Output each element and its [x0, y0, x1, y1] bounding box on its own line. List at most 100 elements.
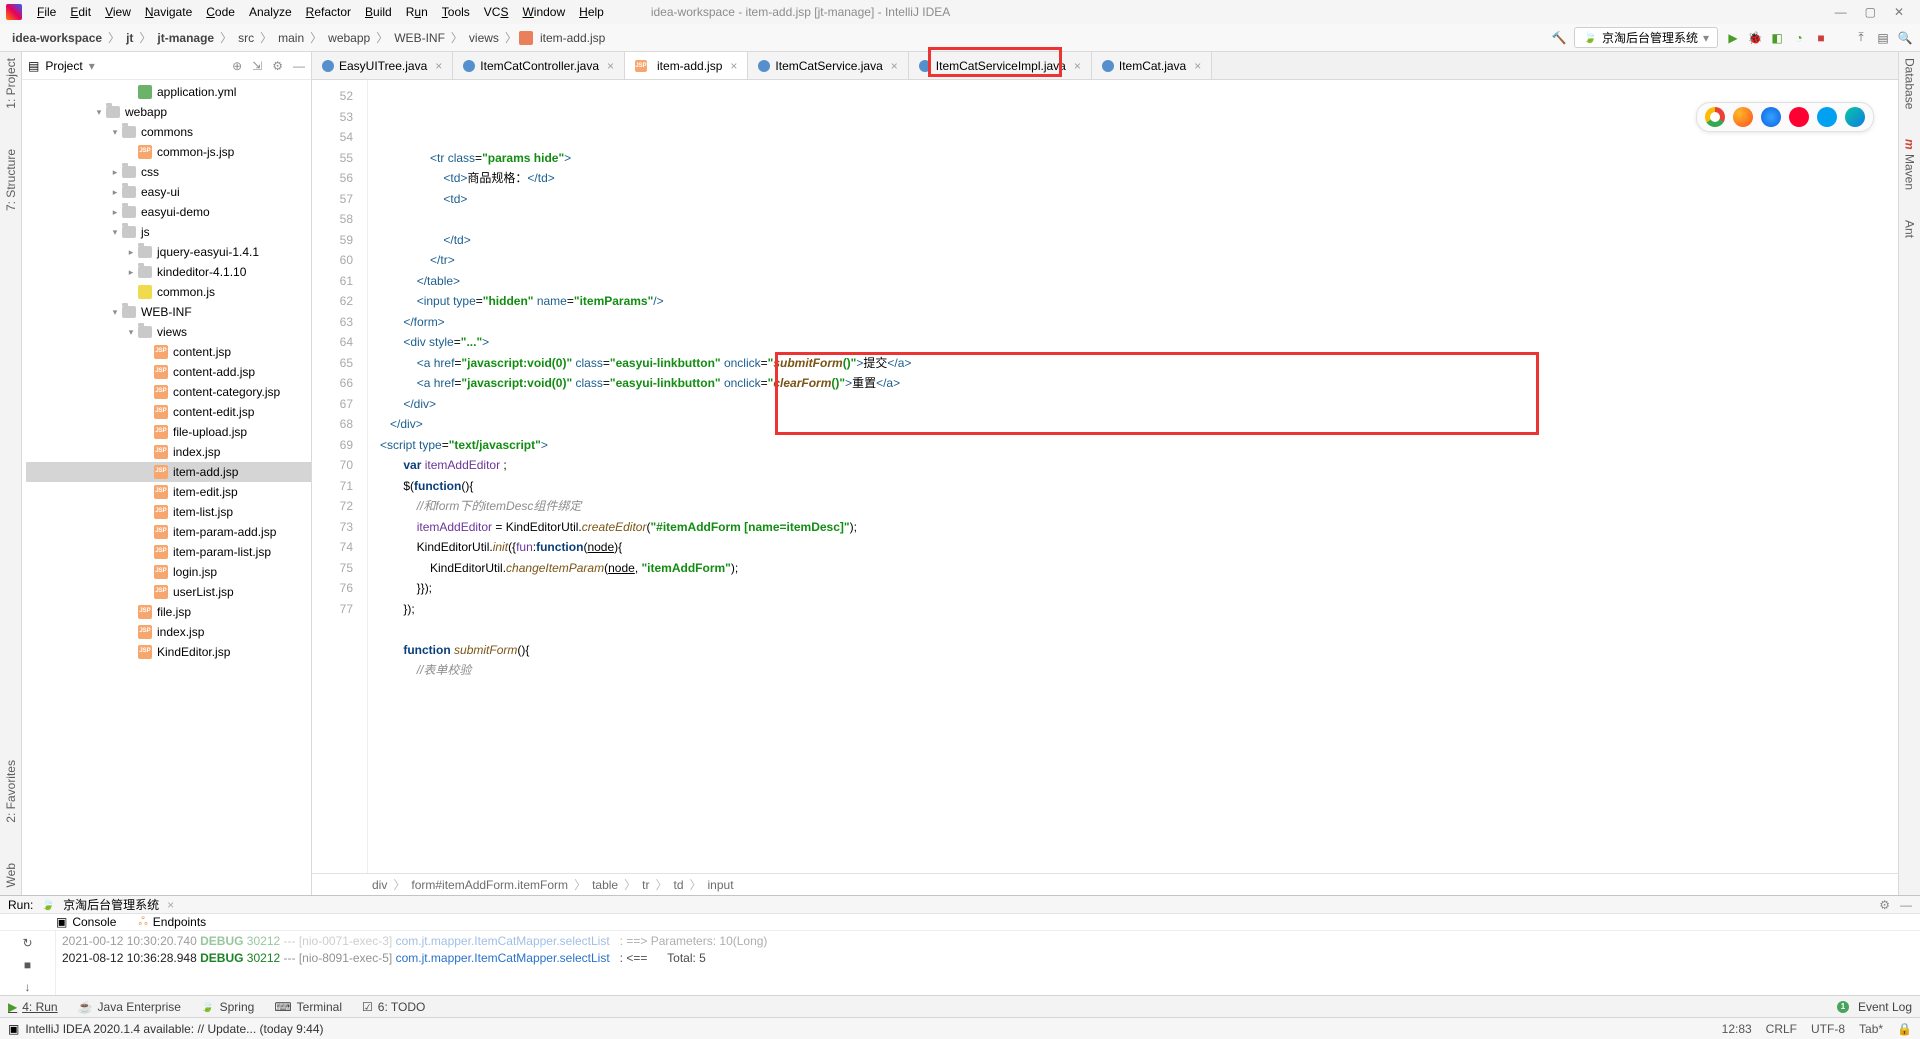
crumb[interactable]: jt — [122, 31, 137, 45]
edge-icon[interactable] — [1845, 107, 1865, 127]
menu-file[interactable]: File — [30, 5, 63, 19]
safari-icon[interactable] — [1761, 107, 1781, 127]
menu-window[interactable]: Window — [515, 5, 572, 19]
tree-item[interactable]: ▸easyui-demo — [26, 202, 311, 222]
tool-project[interactable]: 1: Project — [4, 58, 18, 109]
profile-icon[interactable]: ◔ — [1792, 31, 1806, 45]
code-line[interactable]: <tr class="params hide"> — [368, 148, 1898, 169]
rerun-icon[interactable]: ↻ — [19, 934, 37, 952]
window-max-icon[interactable]: ▢ — [1865, 5, 1876, 19]
tree-item[interactable]: ▾js — [26, 222, 311, 242]
code-line[interactable]: <input type="hidden" name="itemParams"/> — [368, 291, 1898, 312]
spring-tab[interactable]: 🍃Spring — [201, 1000, 254, 1014]
tree-item[interactable]: item-add.jsp — [26, 462, 311, 482]
run-icon[interactable]: ▶ — [1726, 31, 1740, 45]
gear-icon[interactable]: ⚙ — [272, 59, 283, 73]
down-icon[interactable]: ↓ — [19, 978, 37, 996]
tree-item[interactable]: common-js.jsp — [26, 142, 311, 162]
tree-item[interactable]: content-category.jsp — [26, 382, 311, 402]
editor-tab[interactable]: EasyUITree.java× — [312, 52, 453, 79]
editor-breadcrumb[interactable]: div〉form#itemAddForm.itemForm〉table〉tr〉t… — [312, 873, 1898, 895]
console-output[interactable]: 2021-00-12 10:30:20.740 DEBUG 30212 --- … — [56, 931, 1920, 996]
close-icon[interactable]: × — [891, 59, 898, 73]
tree-item[interactable]: ▸css — [26, 162, 311, 182]
java-ent-tab[interactable]: ☕Java Enterprise — [78, 1000, 181, 1014]
crumb[interactable]: src — [234, 31, 258, 45]
menu-analyze[interactable]: Analyze — [242, 5, 299, 19]
project-tree[interactable]: application.yml▾webapp▾commonscommon-js.… — [22, 80, 311, 895]
tree-item[interactable]: ▾views — [26, 322, 311, 342]
code-line[interactable]: $(function(){ — [368, 476, 1898, 497]
lock-icon[interactable]: 🔒 — [1897, 1022, 1912, 1036]
code-line[interactable]: <a href="javascript:void(0)" class="easy… — [368, 373, 1898, 394]
code-line[interactable]: KindEditorUtil.changeItemParam(node, "it… — [368, 558, 1898, 579]
tool-ant[interactable]: Ant — [1903, 220, 1917, 238]
project-header-label[interactable]: Project — [45, 59, 82, 73]
tree-item[interactable]: KindEditor.jsp — [26, 642, 311, 662]
crumb[interactable]: idea-workspace — [8, 31, 106, 45]
console-tab[interactable]: ▣Console — [56, 915, 116, 929]
code-line[interactable]: <div style="..."> — [368, 332, 1898, 353]
run-config-dropdown[interactable]: 🍃 京淘后台管理系统 ▾ — [1574, 27, 1718, 48]
breadcrumb-item[interactable]: td — [673, 878, 683, 892]
window-min-icon[interactable]: ― — [1835, 5, 1847, 19]
tree-item[interactable]: ▾WEB-INF — [26, 302, 311, 322]
code-line[interactable]: //表单校验 — [368, 660, 1898, 681]
tree-item[interactable]: ▾commons — [26, 122, 311, 142]
vcs-icon[interactable]: ⤒ — [1854, 31, 1868, 45]
tree-item[interactable]: index.jsp — [26, 622, 311, 642]
tree-item[interactable]: ▸kindeditor-4.1.10 — [26, 262, 311, 282]
code-line[interactable]: itemAddEditor = KindEditorUtil.createEdi… — [368, 517, 1898, 538]
tree-item[interactable]: item-param-list.jsp — [26, 542, 311, 562]
tree-item[interactable]: common.js — [26, 282, 311, 302]
tree-item[interactable]: ▾webapp — [26, 102, 311, 122]
tree-item[interactable]: login.jsp — [26, 562, 311, 582]
code-line[interactable]: <td> — [368, 189, 1898, 210]
debug-icon[interactable]: 🐞 — [1748, 31, 1762, 45]
tool-structure[interactable]: 7: Structure — [4, 149, 18, 211]
breadcrumb-item[interactable]: tr — [642, 878, 649, 892]
tree-item[interactable]: item-edit.jsp — [26, 482, 311, 502]
window-close-icon[interactable]: ✕ — [1894, 5, 1904, 19]
menu-run[interactable]: Run — [399, 5, 435, 19]
chevron-down-icon[interactable]: ▾ — [89, 59, 95, 73]
code-line[interactable]: function submitForm(){ — [368, 640, 1898, 661]
build-icon[interactable]: 🔨 — [1552, 31, 1566, 45]
code-line[interactable]: var itemAddEditor ; — [368, 455, 1898, 476]
editor-tab[interactable]: item-add.jsp× — [625, 52, 748, 79]
tool-maven[interactable]: mMaven — [1903, 139, 1917, 190]
code-area[interactable]: <tr class="params hide"> <td>商品规格：</td> … — [368, 80, 1898, 873]
code-line[interactable]: </div> — [368, 394, 1898, 415]
code-line[interactable]: }}); — [368, 578, 1898, 599]
editor-tab[interactable]: ItemCatController.java× — [453, 52, 625, 79]
crumb[interactable]: WEB-INF — [390, 31, 449, 45]
code-line[interactable] — [368, 209, 1898, 230]
todo-tab[interactable]: ☑6: TODO — [362, 1000, 425, 1014]
terminal-tab[interactable]: ⌨Terminal — [274, 1000, 342, 1014]
tree-item[interactable]: content-edit.jsp — [26, 402, 311, 422]
tree-item[interactable]: ▸jquery-easyui-1.4.1 — [26, 242, 311, 262]
tree-item[interactable]: file-upload.jsp — [26, 422, 311, 442]
tree-item[interactable]: ▸easy-ui — [26, 182, 311, 202]
expand-icon[interactable]: ⇲ — [252, 59, 262, 73]
editor-tab[interactable]: ItemCatService.java× — [748, 52, 908, 79]
endpoints-tab[interactable]: ஃEndpoints — [138, 914, 206, 930]
hide-icon[interactable]: ― — [293, 59, 305, 73]
code-line[interactable]: KindEditorUtil.init({fun:function(node){ — [368, 537, 1898, 558]
tree-item[interactable]: application.yml — [26, 82, 311, 102]
close-icon[interactable]: × — [730, 59, 737, 73]
code-line[interactable]: </td> — [368, 230, 1898, 251]
menu-view[interactable]: View — [98, 5, 138, 19]
chrome-icon[interactable] — [1705, 107, 1725, 127]
indent[interactable]: Tab* — [1859, 1022, 1883, 1036]
code-line[interactable]: <script type="text/javascript"> — [368, 435, 1898, 456]
editor-tab[interactable]: ItemCatServiceImpl.java× — [909, 52, 1092, 79]
close-icon[interactable]: × — [1074, 59, 1081, 73]
breadcrumb-item[interactable]: table — [592, 878, 618, 892]
tool-favorites[interactable]: 2: Favorites — [4, 760, 18, 823]
hide-icon[interactable]: ― — [1900, 898, 1912, 912]
code-line[interactable]: }); — [368, 599, 1898, 620]
breadcrumb-item[interactable]: div — [372, 878, 387, 892]
tree-item[interactable]: item-param-add.jsp — [26, 522, 311, 542]
project-structure-icon[interactable]: ▤ — [1876, 31, 1890, 45]
